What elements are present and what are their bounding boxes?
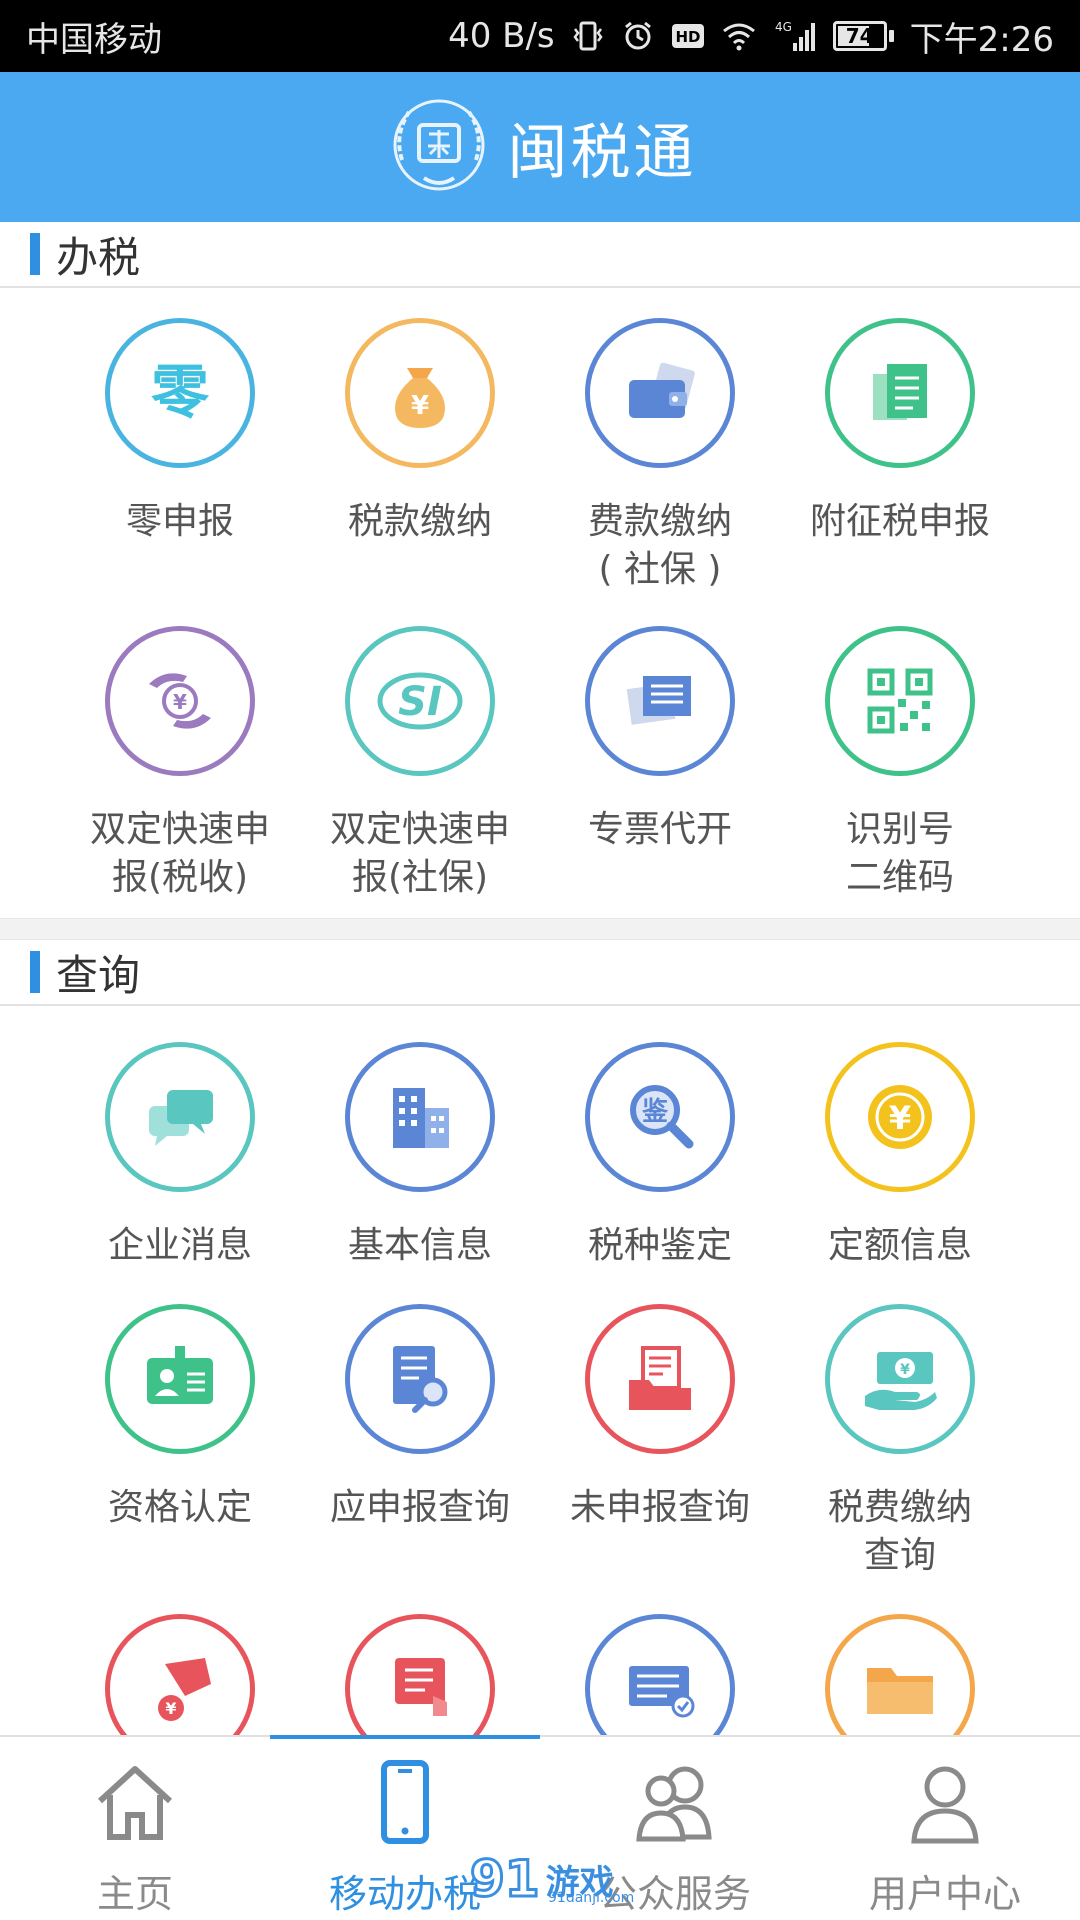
svg-text:¥: ¥: [889, 1099, 911, 1137]
item-basic-info[interactable]: 基本信息: [300, 1042, 540, 1270]
tablet-touch-icon: [345, 1614, 495, 1735]
item-zero-declare[interactable]: 零 零申报: [60, 318, 300, 546]
svg-text:¥: ¥: [411, 391, 429, 421]
section-divider: [0, 918, 1080, 940]
svg-text:零: 零: [151, 358, 210, 426]
item-qualification[interactable]: 资格认定: [60, 1304, 300, 1532]
tax-emblem-icon: [384, 90, 494, 204]
item-row3-3[interactable]: [540, 1614, 780, 1735]
money-bag-icon: ¥: [345, 318, 495, 468]
yen-coin-icon: ¥: [825, 1042, 975, 1192]
signal-icon: 4G: [773, 19, 817, 53]
item-due-declare-query[interactable]: 应申报查询: [300, 1304, 540, 1532]
invoice-icon: [585, 626, 735, 776]
item-row3-1[interactable]: ¥: [60, 1614, 300, 1735]
id-badge-icon: [105, 1304, 255, 1454]
carrier-name: 中国移动: [26, 19, 162, 60]
item-quota-info[interactable]: ¥ 定额信息: [780, 1042, 1020, 1270]
item-company-messages[interactable]: 企业消息: [60, 1042, 300, 1270]
alarm-icon: [621, 19, 655, 53]
chat-bubbles-icon: [105, 1042, 255, 1192]
app-title: 闽税通: [507, 117, 697, 188]
svg-text:HD: HD: [675, 28, 700, 46]
svg-text:¥: ¥: [173, 690, 187, 714]
item-row3-2[interactable]: [300, 1614, 540, 1735]
cash-hand-icon: ¥: [825, 1304, 975, 1454]
battery-icon: 74: [832, 21, 894, 51]
qr-code-icon: [825, 626, 975, 776]
zero-declare-icon: 零: [105, 318, 255, 468]
nav-user-center[interactable]: 用户中心: [810, 1737, 1080, 1920]
section-accent-bar: [30, 233, 40, 275]
wallet-icon: [585, 318, 735, 468]
banshui-grid: 零 零申报 ¥ 税款缴纳 费款缴纳 ( 社保 ) 附征税申报 ¥ 双定快速申 报…: [0, 288, 1080, 918]
svg-text:鉴: 鉴: [641, 1097, 669, 1127]
section-accent-bar: [30, 951, 40, 993]
hd-icon: HD: [671, 21, 705, 51]
item-tax-id-qr[interactable]: 识别号 二维码: [780, 626, 1020, 902]
section-header-banshui: 办税: [0, 222, 1080, 288]
building-icon: [345, 1042, 495, 1192]
query-grid: 企业消息 基本信息 鉴 税种鉴定 ¥ 定额信息 资格认定 应申报查询 未申报查询…: [0, 1006, 1080, 1735]
app-header: 闽税通: [0, 72, 1080, 222]
status-indicators: 40 B/s HD 4G 74 下午2:26: [448, 12, 1054, 61]
home-icon: [90, 1757, 180, 1851]
si-icon: SI: [345, 626, 495, 776]
item-row3-4[interactable]: [780, 1614, 1020, 1735]
section-header-query: 查询: [0, 940, 1080, 1006]
vibrate-icon: [571, 19, 605, 53]
svg-text:SI: SI: [398, 679, 442, 725]
item-fee-payment[interactable]: 费款缴纳 ( 社保 ): [540, 318, 780, 594]
hands-coin-icon: ¥: [105, 626, 255, 776]
site-watermark: 91 游戏 91danji.com: [469, 1849, 635, 1910]
magnifier-icon: 鉴: [585, 1042, 735, 1192]
svg-text:¥: ¥: [900, 1362, 910, 1378]
item-payment-query[interactable]: ¥ 税费缴纳 查询: [780, 1304, 1020, 1580]
svg-text:4G: 4G: [775, 20, 792, 34]
phone-icon: [360, 1757, 450, 1851]
users-icon: [627, 1757, 723, 1851]
item-undeclared-query[interactable]: 未申报查询: [540, 1304, 780, 1532]
tray-doc-icon: [585, 1304, 735, 1454]
item-dual-quick-si[interactable]: SI 双定快速申 报(社保): [300, 626, 540, 902]
item-tax-payment[interactable]: ¥ 税款缴纳: [300, 318, 540, 546]
item-tax-type-assess[interactable]: 鉴 税种鉴定: [540, 1042, 780, 1270]
nav-home[interactable]: 主页: [0, 1737, 270, 1920]
hand-coin-icon: ¥: [105, 1614, 255, 1735]
item-surtax-declare[interactable]: 附征税申报: [780, 318, 1020, 546]
doc-search-icon: [345, 1304, 495, 1454]
section-title: 办税: [56, 232, 141, 282]
svg-text:¥: ¥: [165, 1699, 176, 1718]
list-check-icon: [585, 1614, 735, 1735]
wifi-icon: [721, 21, 757, 51]
item-vat-invoice[interactable]: 专票代开: [540, 626, 780, 854]
clock: 下午2:26: [909, 19, 1054, 60]
document-stack-icon: [825, 318, 975, 468]
user-icon: [900, 1757, 990, 1851]
item-dual-quick-tax[interactable]: ¥ 双定快速申 报(税收): [60, 626, 300, 902]
section-title: 查询: [56, 950, 141, 1000]
status-bar: 中国移动 40 B/s HD 4G 74 下午2:26: [0, 0, 1080, 72]
net-speed: 40 B/s: [448, 16, 555, 56]
folder-icon: [825, 1614, 975, 1735]
